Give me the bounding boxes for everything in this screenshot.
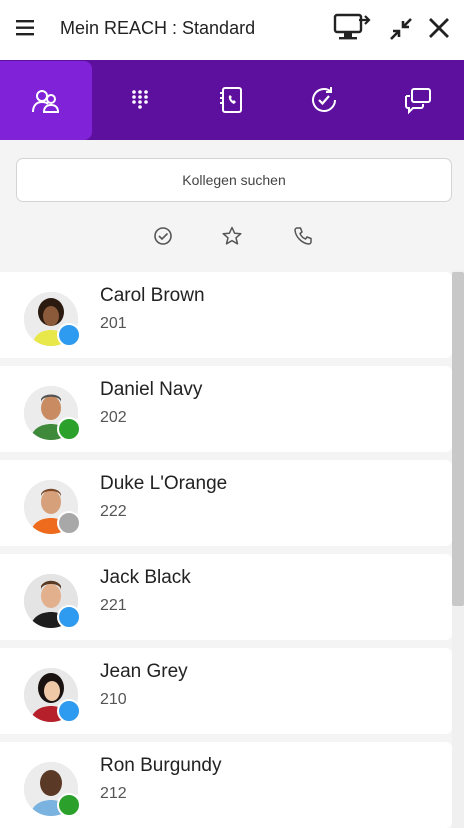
chat-icon	[405, 88, 431, 115]
list-scrollbar[interactable]	[452, 270, 464, 828]
available-filter-icon	[154, 227, 172, 245]
contact-extension: 222	[100, 503, 127, 520]
tab-history[interactable]	[278, 60, 370, 140]
presence-status-badge	[57, 323, 81, 347]
colleague-search-input[interactable]: Kollegen suchen	[16, 158, 452, 202]
scrollbar-thumb[interactable]	[452, 272, 464, 606]
dialpad-icon	[132, 90, 148, 109]
contact-extension: 202	[100, 409, 127, 426]
available-filter-button[interactable]	[152, 225, 178, 251]
favorites-star-icon	[222, 226, 242, 245]
contact-name: Daniel Navy	[100, 379, 203, 400]
presence-status-badge	[57, 605, 81, 629]
tab-phonebook[interactable]	[186, 60, 278, 140]
contact-extension: 212	[100, 785, 127, 802]
contact-card[interactable]: Daniel Navy 202	[0, 366, 452, 452]
contact-card[interactable]: Ron Burgundy 212	[0, 742, 452, 828]
collapse-icon[interactable]	[387, 15, 415, 43]
phonebook-icon	[220, 87, 242, 113]
title-bar: Mein REACH : Standard	[0, 0, 464, 60]
contact-name: Ron Burgundy	[100, 755, 222, 776]
contact-card[interactable]: Jean Grey 210	[0, 648, 452, 734]
window-title: Mein REACH : Standard	[60, 18, 256, 38]
screen-share-icon[interactable]	[333, 12, 371, 44]
close-icon[interactable]	[426, 15, 452, 41]
presence-status-badge	[57, 417, 81, 441]
hamburger-menu-icon[interactable]	[14, 16, 38, 40]
contact-name: Duke L'Orange	[100, 473, 228, 494]
tab-contacts[interactable]	[0, 61, 92, 140]
phone-filter-icon	[294, 227, 312, 245]
presence-status-badge	[57, 793, 81, 817]
contact-name: Jean Grey	[100, 661, 188, 682]
people-icon	[32, 89, 60, 113]
favorites-filter-button[interactable]	[221, 225, 247, 251]
tab-chat[interactable]	[372, 60, 464, 140]
contact-list: Carol Brown 201 Daniel Navy 202 Duke L'O	[0, 270, 452, 828]
contact-name: Carol Brown	[100, 285, 205, 306]
presence-status-badge	[57, 699, 81, 723]
main-navigation	[0, 60, 464, 140]
history-icon	[312, 87, 336, 112]
contact-extension: 210	[100, 691, 127, 708]
filter-bar	[0, 225, 464, 253]
contact-extension: 221	[100, 597, 127, 614]
contact-card[interactable]: Carol Brown 201	[0, 272, 452, 358]
contact-card[interactable]: Jack Black 221	[0, 554, 452, 640]
contact-name: Jack Black	[100, 567, 191, 588]
tab-dialpad[interactable]	[94, 60, 186, 140]
contact-extension: 201	[100, 315, 127, 332]
contact-card[interactable]: Duke L'Orange 222	[0, 460, 452, 546]
presence-status-badge	[57, 511, 81, 535]
phone-filter-button[interactable]	[292, 225, 318, 251]
